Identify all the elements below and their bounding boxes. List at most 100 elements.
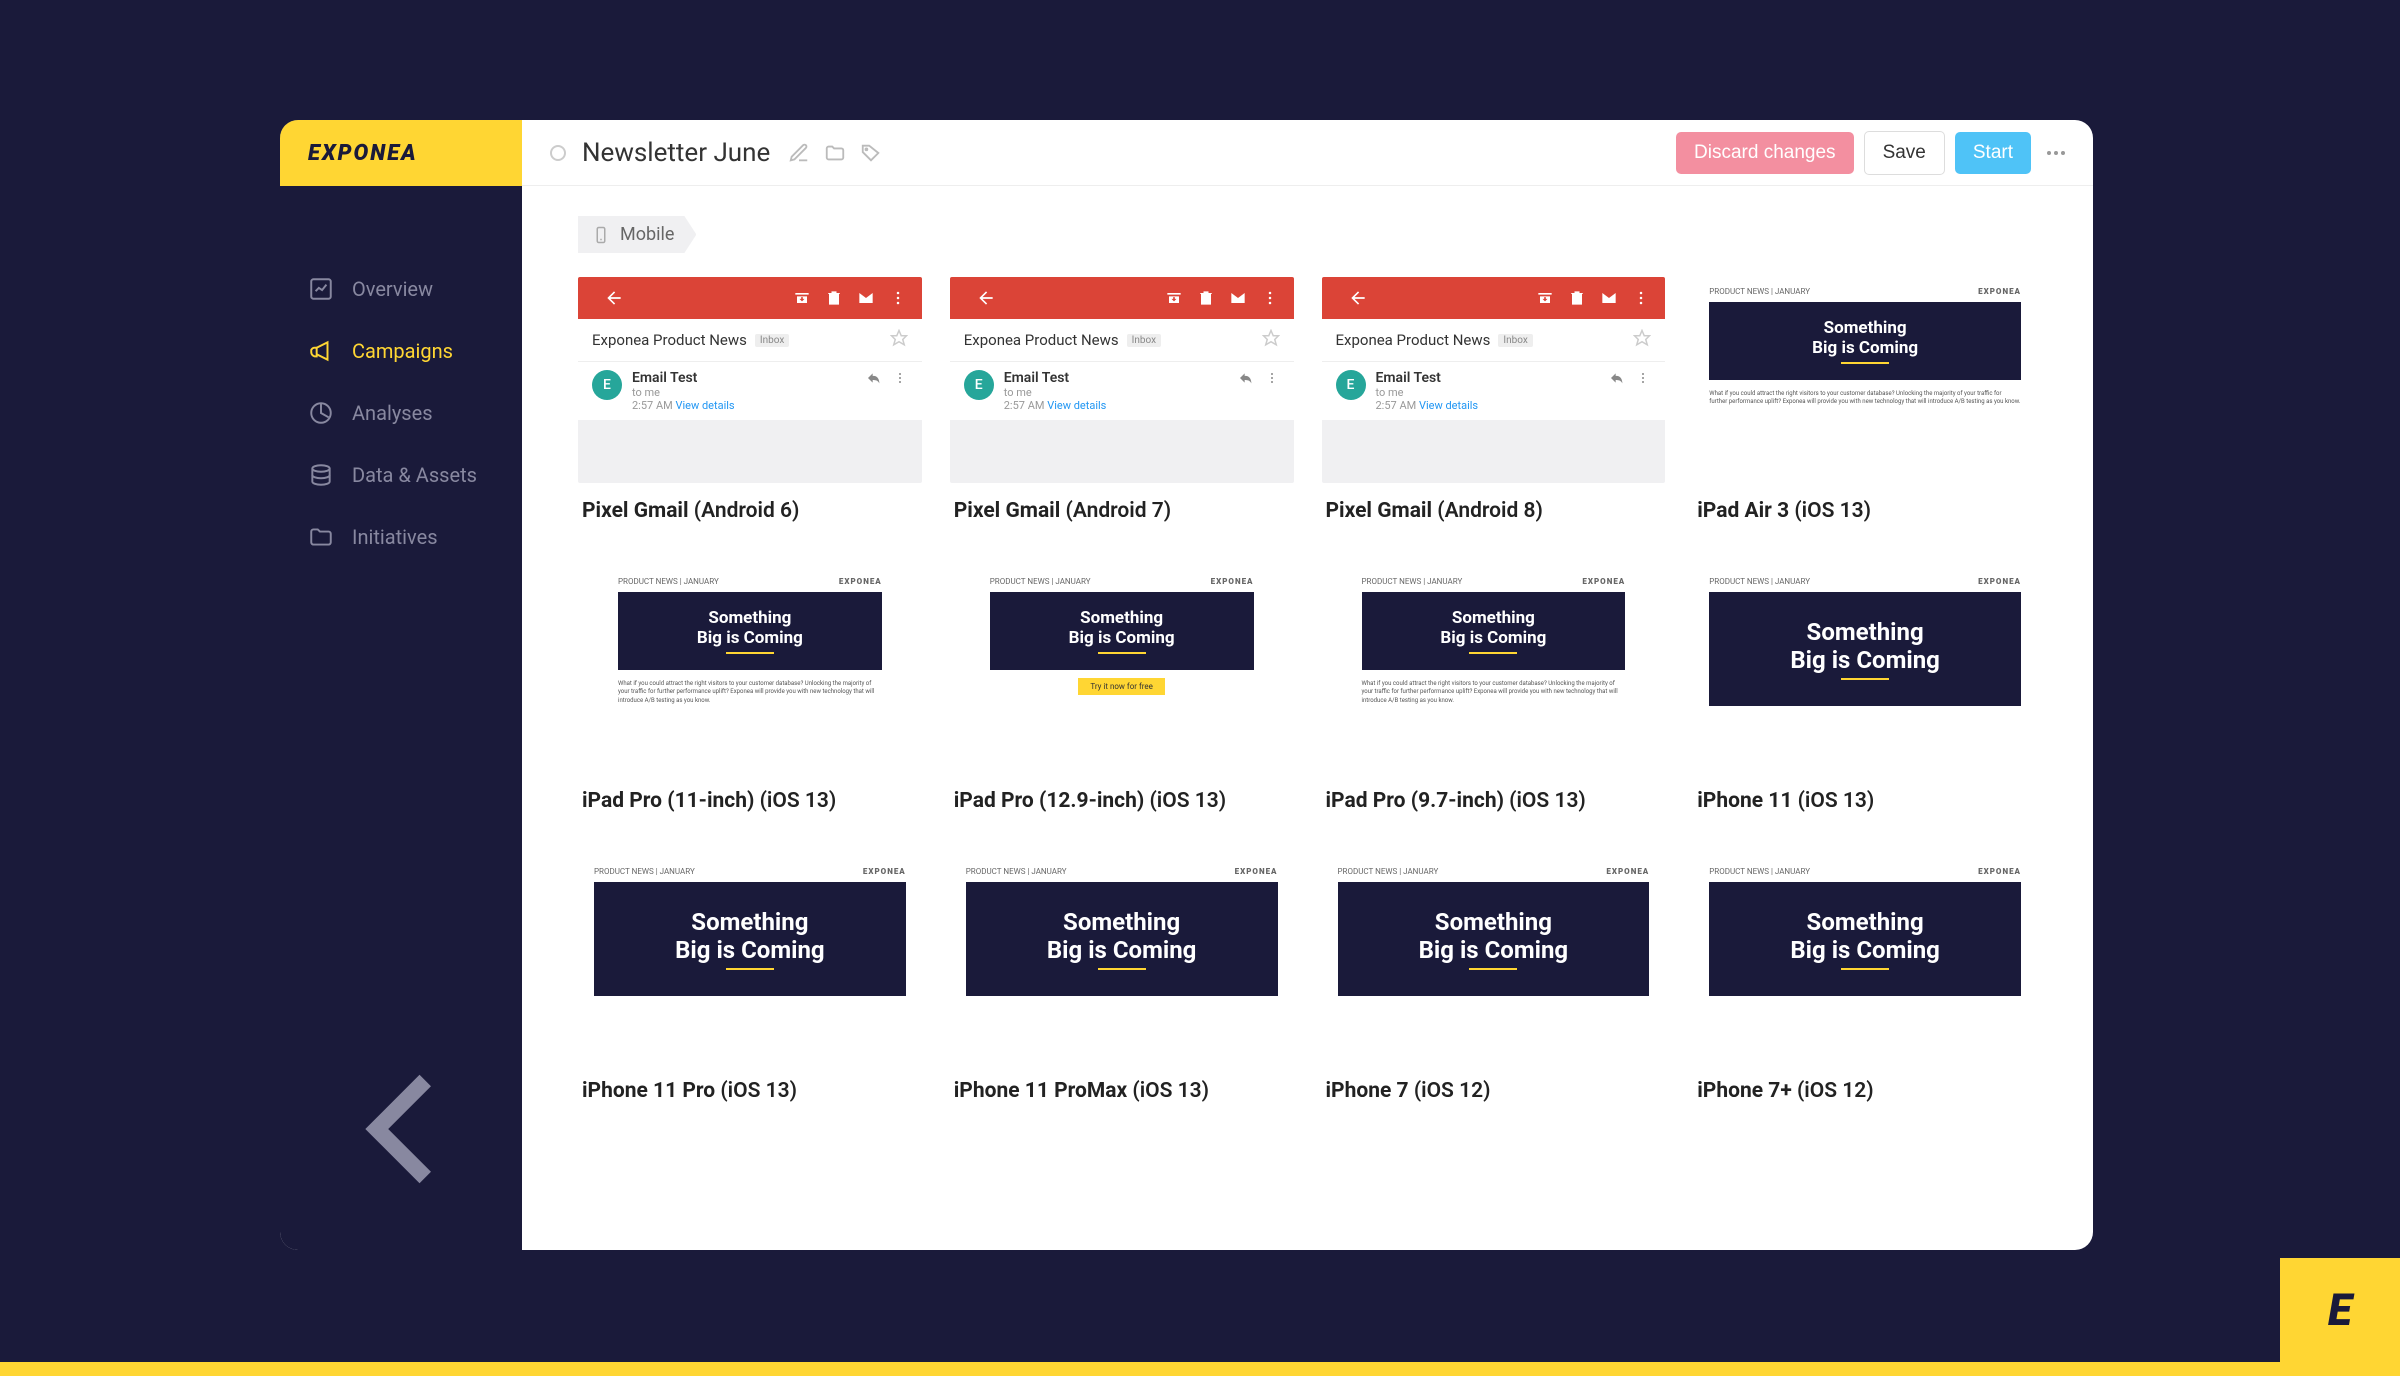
mail-icon[interactable] <box>856 288 876 308</box>
menu-icon[interactable] <box>888 288 908 308</box>
device-card[interactable]: Exponea Product News Inbox E Email Test … <box>1322 277 1666 539</box>
nav-label: Data & Assets <box>352 463 477 487</box>
archive-icon[interactable] <box>1535 288 1555 308</box>
corner-logo-glyph: E <box>2328 1284 2352 1336</box>
device-label: iPhone 11 Pro (iOS 13) <box>578 1063 922 1119</box>
menu-icon[interactable] <box>1260 288 1280 308</box>
sender-to: to me <box>632 386 856 399</box>
inbox-label: Inbox <box>755 334 789 347</box>
star-icon[interactable] <box>1633 329 1651 351</box>
email-subject: Exponea Product News <box>964 331 1119 349</box>
hero-brand: EXPONEA <box>1211 577 1254 586</box>
back-icon[interactable] <box>976 288 996 308</box>
hero-box: Something Big is Coming <box>618 592 882 670</box>
hero-box: Something Big is Coming <box>1709 592 2021 706</box>
nav-initiatives[interactable]: Initiatives <box>280 506 522 568</box>
back-icon[interactable] <box>1348 288 1368 308</box>
hero-brand: EXPONEA <box>1978 577 2021 586</box>
content: Mobile Exponea Product News Inbox E Emai… <box>522 186 2093 1250</box>
save-button[interactable]: Save <box>1864 131 1945 175</box>
hero-brand: EXPONEA <box>1235 867 1278 876</box>
device-label: iPhone 11 ProMax (iOS 13) <box>950 1063 1294 1119</box>
device-card[interactable]: Exponea Product News Inbox E Email Test … <box>578 277 922 539</box>
device-preview: Exponea Product News Inbox E Email Test … <box>578 277 922 483</box>
reply-icon[interactable] <box>866 370 882 390</box>
nav: Overview Campaigns Analyses Data & Asset… <box>280 186 522 1008</box>
star-icon[interactable] <box>890 329 908 351</box>
tag-icon[interactable] <box>860 142 882 164</box>
avatar: E <box>592 370 622 400</box>
nav-analyses[interactable]: Analyses <box>280 382 522 444</box>
nav-campaigns[interactable]: Campaigns <box>280 320 522 382</box>
hero-line1: Something <box>1348 908 1640 936</box>
nav-data-assets[interactable]: Data & Assets <box>280 444 522 506</box>
bottom-stripe <box>0 1362 2400 1376</box>
start-button[interactable]: Start <box>1955 132 2031 174</box>
delete-icon[interactable] <box>824 288 844 308</box>
device-preview: PRODUCT NEWS | JANUARYEXPONEA Something … <box>578 567 922 773</box>
device-grid: Exponea Product News Inbox E Email Test … <box>578 277 2037 1119</box>
device-card[interactable]: PRODUCT NEWS | JANUARYEXPONEA Something … <box>1693 857 2037 1119</box>
hero-brand: EXPONEA <box>1606 867 1649 876</box>
archive-icon[interactable] <box>792 288 812 308</box>
hero-brand: EXPONEA <box>1978 867 2021 876</box>
megaphone-icon <box>308 338 334 364</box>
reply-icon[interactable] <box>1238 370 1254 390</box>
cta-button[interactable]: Try it now for free <box>1078 678 1165 695</box>
delete-icon[interactable] <box>1196 288 1216 308</box>
folder-icon[interactable] <box>824 142 846 164</box>
menu-icon[interactable] <box>1635 370 1651 390</box>
nav-label: Analyses <box>352 401 433 425</box>
edit-icon[interactable] <box>788 142 810 164</box>
device-label: iPad Pro (9.7-inch) (iOS 13) <box>1322 773 1666 829</box>
device-card[interactable]: PRODUCT NEWS | JANUARYEXPONEA Something … <box>1322 567 1666 829</box>
hero-line1: Something <box>1719 618 2011 646</box>
sidebar-collapse[interactable] <box>280 1008 522 1250</box>
page-title: Newsletter June <box>582 138 770 168</box>
hero-line1: Something <box>1719 318 2011 338</box>
menu-icon[interactable] <box>1264 370 1280 390</box>
device-label: iPhone 11 (iOS 13) <box>1693 773 2037 829</box>
menu-icon[interactable] <box>1631 288 1651 308</box>
device-card[interactable]: PRODUCT NEWS | JANUARYEXPONEA Something … <box>1693 567 2037 829</box>
database-icon <box>308 462 334 488</box>
main: Newsletter June Discard changes Save Sta… <box>522 120 2093 1250</box>
brand-logo: EXPONEA <box>308 141 418 166</box>
device-preview: Exponea Product News Inbox E Email Test … <box>950 277 1294 483</box>
menu-icon[interactable] <box>892 370 908 390</box>
device-label: iPad Pro (12.9-inch) (iOS 13) <box>950 773 1294 829</box>
device-card[interactable]: Exponea Product News Inbox E Email Test … <box>950 277 1294 539</box>
archive-icon[interactable] <box>1164 288 1184 308</box>
inbox-label: Inbox <box>1127 334 1161 347</box>
device-card[interactable]: PRODUCT NEWS | JANUARYEXPONEA Something … <box>1322 857 1666 1119</box>
breadcrumb: Mobile <box>578 186 2037 277</box>
device-card[interactable]: PRODUCT NEWS | JANUARYEXPONEA Something … <box>1693 277 2037 539</box>
device-label: Pixel Gmail (Android 8) <box>1322 483 1666 539</box>
hero-brand: EXPONEA <box>1582 577 1625 586</box>
nav-overview[interactable]: Overview <box>280 258 522 320</box>
back-icon[interactable] <box>604 288 624 308</box>
mail-icon[interactable] <box>1599 288 1619 308</box>
hero-tag: PRODUCT NEWS | JANUARY <box>618 577 719 586</box>
folder-icon <box>308 524 334 550</box>
discard-button[interactable]: Discard changes <box>1676 132 1854 174</box>
sender-name: Email Test <box>632 370 856 386</box>
mail-icon[interactable] <box>1228 288 1248 308</box>
pie-icon <box>308 400 334 426</box>
sidebar: EXPONEA Overview Campaigns Analyses Data… <box>280 120 522 1250</box>
star-icon[interactable] <box>1262 329 1280 351</box>
email-subject: Exponea Product News <box>1336 331 1491 349</box>
device-preview: PRODUCT NEWS | JANUARYEXPONEA Something … <box>1693 277 2037 483</box>
hero-line1: Something <box>1719 908 2011 936</box>
sender-time: 2:57 AM View details <box>632 399 856 412</box>
reply-icon[interactable] <box>1609 370 1625 390</box>
device-card[interactable]: PRODUCT NEWS | JANUARYEXPONEA Something … <box>950 567 1294 829</box>
device-card[interactable]: PRODUCT NEWS | JANUARYEXPONEA Something … <box>578 567 922 829</box>
device-card[interactable]: PRODUCT NEWS | JANUARYEXPONEA Something … <box>950 857 1294 1119</box>
breadcrumb-label: Mobile <box>620 224 674 245</box>
delete-icon[interactable] <box>1567 288 1587 308</box>
breadcrumb-mobile[interactable]: Mobile <box>578 216 696 253</box>
device-card[interactable]: PRODUCT NEWS | JANUARYEXPONEA Something … <box>578 857 922 1119</box>
more-icon[interactable] <box>2047 151 2065 155</box>
email-subject: Exponea Product News <box>592 331 747 349</box>
